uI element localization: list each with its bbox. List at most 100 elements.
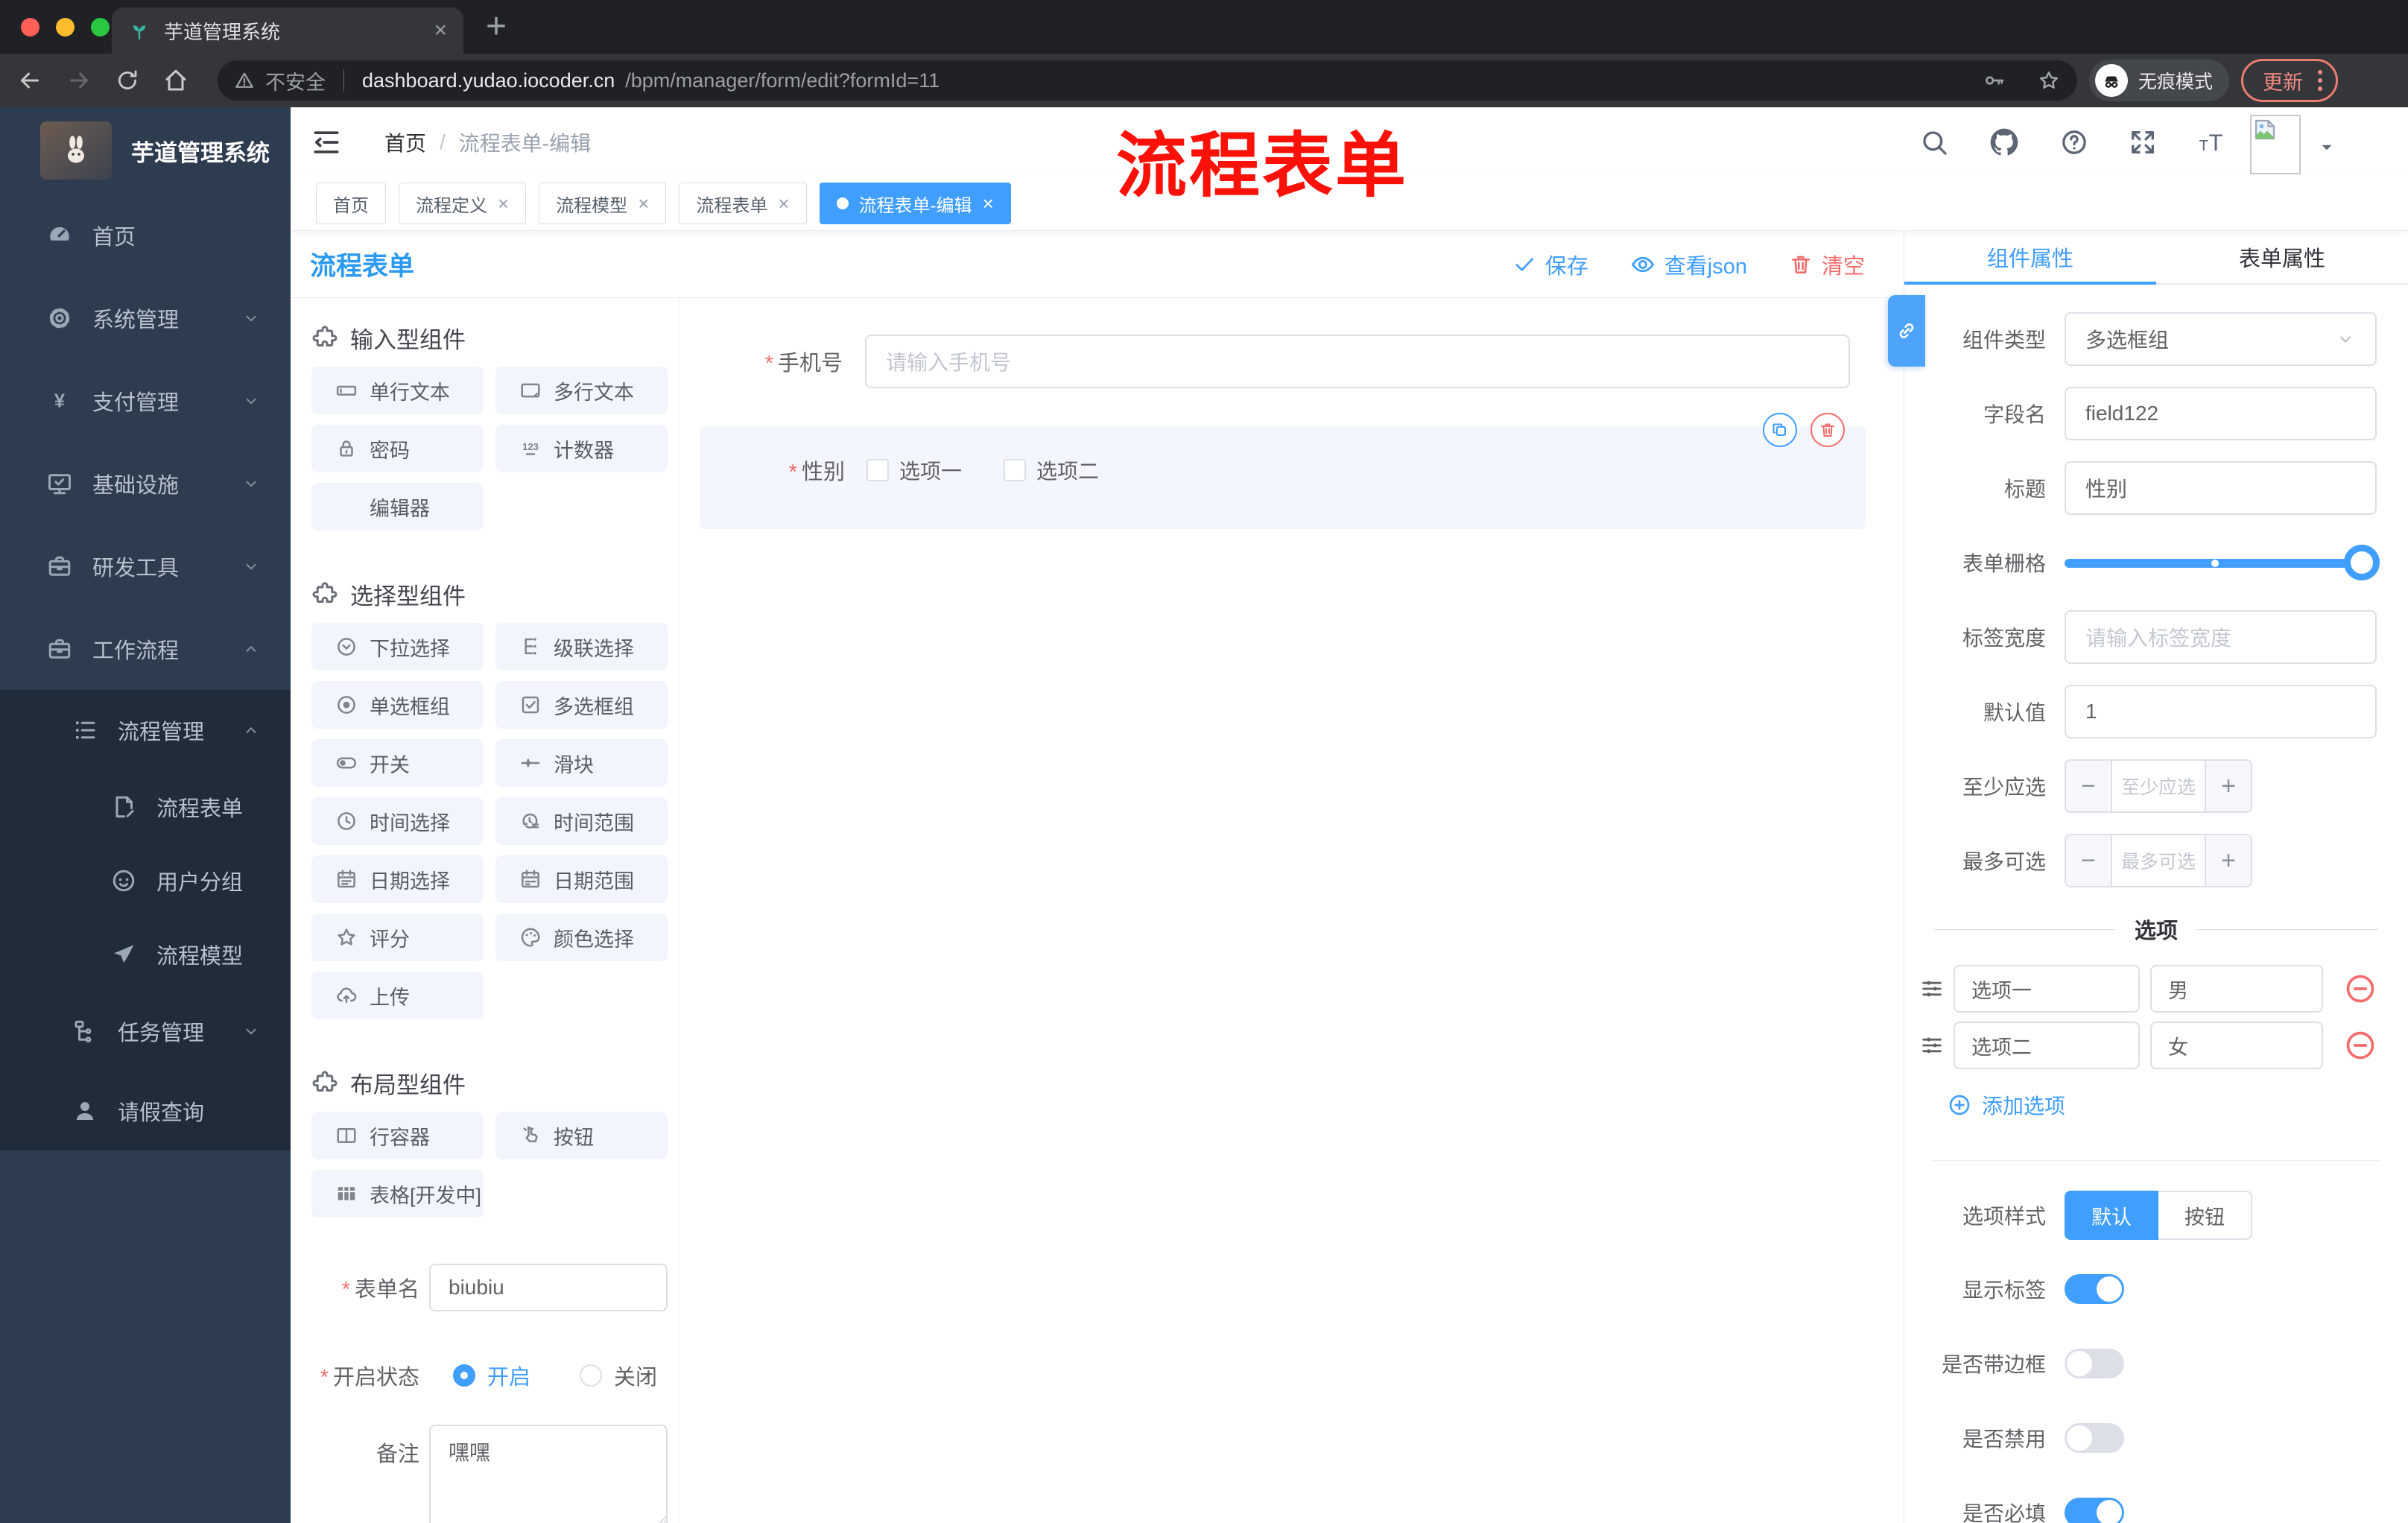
option-label-input[interactable]: 选项一 xyxy=(1954,965,2140,1013)
forward-icon[interactable] xyxy=(66,67,92,94)
status-radio-on[interactable]: 开启 xyxy=(453,1360,530,1391)
option-label-input[interactable]: 选项二 xyxy=(1954,1022,2140,1069)
sidebar-item-基础设施[interactable]: 基础设施 xyxy=(0,442,291,525)
sidebar-item-请假查询[interactable]: 请假查询 xyxy=(0,1071,291,1150)
palette-item-表格[开发中][interactable]: 表格[开发中] xyxy=(311,1170,484,1218)
minimize-window-button[interactable] xyxy=(56,18,75,37)
new-tab-button[interactable]: + xyxy=(486,6,507,47)
form-grid-slider[interactable] xyxy=(2065,536,2380,589)
tab-component-props[interactable]: 组件属性 xyxy=(1904,231,2156,285)
sidebar-item-流程表单[interactable]: 流程表单 xyxy=(0,770,291,843)
sidebar-item-流程管理[interactable]: 流程管理 xyxy=(0,690,291,770)
sidebar-item-首页[interactable]: 首页 xyxy=(0,194,291,276)
palette-item-开关[interactable]: 开关 xyxy=(311,739,484,787)
palette-item-评分[interactable]: 评分 xyxy=(311,914,484,961)
label-width-input[interactable]: 请输入标签宽度 xyxy=(2065,610,2377,664)
close-tag-icon[interactable]: × xyxy=(983,194,994,213)
github-icon[interactable] xyxy=(1988,126,2021,159)
sidebar-item-工作流程[interactable]: 工作流程 xyxy=(0,607,291,690)
palette-item-日期范围[interactable]: 日期范围 xyxy=(495,855,668,903)
close-window-button[interactable] xyxy=(21,18,39,37)
checkbox-option-2[interactable] xyxy=(1004,459,1027,481)
palette-item-单选框组[interactable]: 单选框组 xyxy=(311,681,484,729)
page-tag-流程表单-编辑[interactable]: 流程表单-编辑 × xyxy=(819,183,1011,224)
view-json-button[interactable]: 查看json xyxy=(1630,249,1747,280)
add-option-button[interactable]: 添加选项 xyxy=(1948,1092,2408,1118)
remove-option-icon[interactable] xyxy=(2344,1029,2377,1062)
max-select-value[interactable]: 最多可选 xyxy=(2112,835,2205,886)
title-input[interactable]: 性别 xyxy=(2065,461,2377,515)
toggle-是否禁用[interactable] xyxy=(2065,1423,2124,1453)
form-canvas[interactable]: * 手机号 请输入手机号 * 性别 选项一 选项二 xyxy=(679,298,1904,1523)
option-value-input[interactable]: 男 xyxy=(2150,965,2323,1013)
font-size-icon[interactable]: TT xyxy=(2196,126,2229,159)
breadcrumb-home[interactable]: 首页 xyxy=(384,127,426,157)
palette-item-按钮[interactable]: 按钮 xyxy=(495,1112,668,1159)
copy-component-button[interactable] xyxy=(1763,413,1797,447)
page-tag-首页[interactable]: 首页 xyxy=(316,183,386,224)
password-key-icon[interactable] xyxy=(1982,69,2006,92)
toggle-是否必填[interactable] xyxy=(2065,1498,2124,1523)
close-tag-icon[interactable]: × xyxy=(638,194,649,213)
option-value-input[interactable]: 女 xyxy=(2150,1022,2323,1069)
sidebar-item-研发工具[interactable]: 研发工具 xyxy=(0,525,291,607)
toggle-显示标签[interactable] xyxy=(2065,1274,2124,1304)
palette-item-级联选择[interactable]: 级联选择 xyxy=(495,623,668,671)
drag-handle-icon[interactable] xyxy=(1919,976,1945,1001)
palette-item-上传[interactable]: 上传 xyxy=(311,972,484,1019)
maximize-window-button[interactable] xyxy=(91,18,110,37)
selected-component-panel[interactable]: * 性别 选项一 选项二 xyxy=(700,413,1866,529)
form-name-input[interactable]: biubiu xyxy=(429,1264,668,1311)
increment-button[interactable]: + xyxy=(2205,835,2251,886)
tab-form-props[interactable]: 表单属性 xyxy=(2156,231,2408,283)
status-radio-off[interactable]: 关闭 xyxy=(580,1360,657,1391)
slider-handle[interactable] xyxy=(2344,545,2380,580)
palette-item-编辑器[interactable]: 编辑器 xyxy=(311,483,484,531)
page-tag-流程表单[interactable]: 流程表单 × xyxy=(679,183,807,224)
browser-menu-icon[interactable] xyxy=(2318,70,2323,91)
palette-item-颜色选择[interactable]: 颜色选择 xyxy=(495,914,668,961)
palette-item-下拉选择[interactable]: 下拉选择 xyxy=(311,623,484,671)
decrement-button[interactable]: − xyxy=(2066,835,2112,886)
palette-item-时间选择[interactable]: 时间选择 xyxy=(311,797,484,845)
bookmark-star-icon[interactable] xyxy=(2037,69,2061,92)
palette-item-滑块[interactable]: 滑块 xyxy=(495,739,668,787)
palette-item-日期选择[interactable]: 日期选择 xyxy=(311,855,484,903)
avatar[interactable] xyxy=(2250,114,2301,174)
palette-item-多行文本[interactable]: 多行文本 xyxy=(495,367,668,414)
palette-item-行容器[interactable]: 行容器 xyxy=(311,1112,484,1159)
phone-field-row[interactable]: * 手机号 请输入手机号 xyxy=(679,335,1850,388)
palette-item-密码[interactable]: 密码 xyxy=(311,425,484,472)
remove-option-icon[interactable] xyxy=(2344,972,2377,1005)
palette-item-时间范围[interactable]: 时间范围 xyxy=(495,797,668,845)
slider-track[interactable] xyxy=(2065,559,2377,568)
browser-tab[interactable]: 芋道管理系统 × xyxy=(112,7,463,54)
home-icon[interactable] xyxy=(162,67,189,94)
back-icon[interactable] xyxy=(16,67,43,94)
style-button-button[interactable]: 按钮 xyxy=(2158,1191,2252,1240)
url-bar[interactable]: 不安全 dashboard.yudao.iocoder.cn/bpm/manag… xyxy=(218,60,2077,101)
close-tag-icon[interactable]: × xyxy=(498,194,509,213)
page-tag-流程模型[interactable]: 流程模型 × xyxy=(539,183,667,224)
sidebar-item-流程模型[interactable]: 流程模型 xyxy=(0,917,291,991)
component-type-select[interactable]: 多选框组 xyxy=(2065,312,2377,366)
sidebar-item-支付管理[interactable]: ¥ 支付管理 xyxy=(0,359,291,442)
help-icon[interactable] xyxy=(2059,127,2089,157)
palette-item-计数器[interactable]: 123 计数器 xyxy=(495,425,668,472)
field-name-input[interactable]: field122 xyxy=(2065,387,2377,440)
fullscreen-icon[interactable] xyxy=(2128,127,2158,157)
default-value-input[interactable]: 1 xyxy=(2065,685,2377,738)
delete-component-button[interactable] xyxy=(1810,413,1845,447)
save-button[interactable]: 保存 xyxy=(1512,249,1588,280)
collapse-sidebar-icon[interactable] xyxy=(310,126,343,159)
page-tag-流程定义[interactable]: 流程定义 × xyxy=(399,183,527,224)
style-default-button[interactable]: 默认 xyxy=(2065,1191,2158,1240)
search-icon[interactable] xyxy=(1919,127,1949,157)
user-menu-caret-icon[interactable] xyxy=(2317,138,2336,157)
palette-item-多选框组[interactable]: 多选框组 xyxy=(495,681,668,729)
phone-input[interactable]: 请输入手机号 xyxy=(865,335,1850,388)
increment-button[interactable]: + xyxy=(2205,761,2251,811)
toggle-是否带边框[interactable] xyxy=(2065,1349,2124,1378)
palette-item-单行文本[interactable]: 单行文本 xyxy=(311,367,484,414)
update-button[interactable]: 更新 xyxy=(2241,59,2339,102)
